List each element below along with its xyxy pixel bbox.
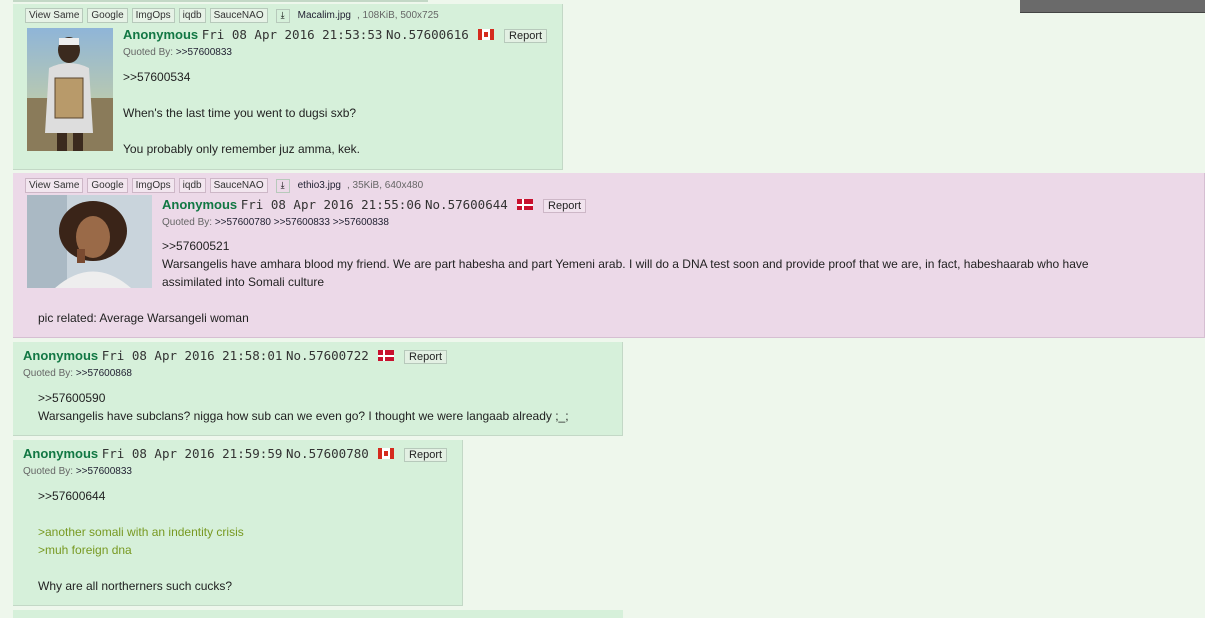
comment-line: Warsangelis have amhara blood my friend.… bbox=[162, 257, 1089, 271]
comment-line: You probably only remember juz amma, kek… bbox=[123, 142, 360, 156]
post-number[interactable]: No.57600722 bbox=[286, 348, 369, 363]
post-datetime: Fri 08 Apr 2016 21:58:01 bbox=[101, 348, 283, 363]
comment-line: Why are all northerners such cucks? bbox=[38, 579, 233, 593]
canada-flag-icon bbox=[378, 448, 395, 459]
scrollbar-overlay[interactable] bbox=[1020, 0, 1205, 13]
quoted-by-links[interactable]: >>57600868 bbox=[76, 368, 132, 379]
canada-flag-icon bbox=[478, 29, 495, 40]
file-name-link[interactable]: ethio3.jpg bbox=[298, 180, 341, 191]
quoted-by: Quoted By: >>57600833 bbox=[123, 47, 232, 58]
quoted-by-label: Quoted By: bbox=[23, 368, 74, 379]
google-button[interactable]: Google bbox=[87, 8, 128, 23]
quote-link[interactable]: >>57600644 bbox=[38, 489, 105, 503]
download-icon[interactable]: ⤓ bbox=[275, 178, 290, 193]
view-same-button[interactable]: View Same bbox=[25, 8, 84, 23]
reply-post-highlighted: View Same Google ImgOps iqdb SauceNAO ⤓ … bbox=[13, 173, 1205, 338]
denmark-flag-icon bbox=[517, 199, 534, 210]
quote-link[interactable]: >>57600521 bbox=[162, 239, 229, 253]
report-button[interactable]: Report bbox=[404, 448, 448, 462]
reply-post: Anonymous Fri 08 Apr 2016 21:58:01 No.57… bbox=[13, 342, 623, 436]
post-datetime: Fri 08 Apr 2016 21:55:06 bbox=[240, 197, 422, 212]
post-header: Anonymous Fri 08 Apr 2016 21:55:06 No.57… bbox=[162, 197, 587, 213]
poster-name: Anonymous bbox=[123, 27, 199, 42]
poster-name: Anonymous bbox=[23, 446, 99, 461]
quoted-by-label: Quoted By: bbox=[123, 47, 174, 58]
post-datetime: Fri 08 Apr 2016 21:59:59 bbox=[101, 446, 283, 461]
previous-post-edge bbox=[13, 0, 428, 2]
post-datetime: Fri 08 Apr 2016 21:53:53 bbox=[201, 27, 383, 42]
quoted-by-links[interactable]: >>57600833 bbox=[76, 466, 132, 477]
comment-line: pic related: Average Warsangeli woman bbox=[38, 311, 249, 325]
post-thumbnail[interactable] bbox=[27, 195, 152, 288]
reply-post: Anonymous Fri 08 Apr 2016 21:59:59 No.57… bbox=[13, 440, 463, 606]
post-header: Anonymous Fri 08 Apr 2016 21:59:59 No.57… bbox=[23, 446, 448, 462]
imgops-button[interactable]: ImgOps bbox=[131, 178, 175, 193]
quoted-by-links[interactable]: >>57600780 >>57600833 >>57600838 bbox=[215, 217, 389, 228]
quoted-by: Quoted By: >>57600780 >>57600833 >>57600… bbox=[162, 217, 389, 228]
greentext-line: >muh foreign dna bbox=[38, 543, 132, 557]
imgops-button[interactable]: ImgOps bbox=[131, 8, 175, 23]
post-thumbnail[interactable] bbox=[27, 28, 113, 151]
iqdb-button[interactable]: iqdb bbox=[178, 178, 206, 193]
post-number[interactable]: No.57600780 bbox=[286, 446, 369, 461]
report-button[interactable]: Report bbox=[543, 199, 587, 213]
post-number[interactable]: No.57600616 bbox=[386, 27, 469, 42]
comment-line: Warsangelis have subclans? nigga how sub… bbox=[38, 409, 569, 423]
poster-name: Anonymous bbox=[162, 197, 238, 212]
download-icon[interactable]: ⤓ bbox=[275, 8, 290, 23]
image-search-toolbar: View Same Google ImgOps iqdb SauceNAO ⤓ … bbox=[25, 178, 423, 193]
file-info: , 108KiB, 500x725 bbox=[356, 10, 439, 21]
quote-link[interactable]: >>57600534 bbox=[123, 70, 190, 84]
saucenao-button[interactable]: SauceNAO bbox=[209, 8, 268, 23]
quoted-by-label: Quoted By: bbox=[23, 466, 74, 477]
comment-line: assimilated into Somali culture bbox=[162, 275, 325, 289]
iqdb-button[interactable]: iqdb bbox=[178, 8, 206, 23]
google-button[interactable]: Google bbox=[87, 178, 128, 193]
greentext-line: >another somali with an indentity crisis bbox=[38, 525, 244, 539]
reply-post: View Same Google ImgOps iqdb SauceNAO ⤓ … bbox=[13, 4, 563, 170]
view-same-button[interactable]: View Same bbox=[25, 178, 84, 193]
report-button[interactable]: Report bbox=[404, 350, 448, 364]
poster-name: Anonymous bbox=[23, 348, 99, 363]
quoted-by: Quoted By: >>57600833 bbox=[23, 466, 132, 477]
quoted-by-label: Quoted By: bbox=[162, 217, 213, 228]
file-name-link[interactable]: Macalim.jpg bbox=[298, 10, 351, 21]
post-header: Anonymous Fri 08 Apr 2016 21:58:01 No.57… bbox=[23, 348, 448, 364]
quoted-by: Quoted By: >>57600868 bbox=[23, 368, 132, 379]
post-number[interactable]: No.57600644 bbox=[425, 197, 508, 212]
quoted-by-links[interactable]: >>57600833 bbox=[176, 47, 232, 58]
quote-link[interactable]: >>57600590 bbox=[38, 391, 105, 405]
report-button[interactable]: Report bbox=[504, 29, 548, 43]
file-info: , 35KiB, 640x480 bbox=[346, 180, 424, 191]
next-post-edge bbox=[13, 610, 623, 618]
image-search-toolbar: View Same Google ImgOps iqdb SauceNAO ⤓ … bbox=[25, 8, 439, 23]
post-header: Anonymous Fri 08 Apr 2016 21:53:53 No.57… bbox=[123, 27, 548, 43]
comment-line: When's the last time you went to dugsi s… bbox=[123, 106, 357, 120]
saucenao-button[interactable]: SauceNAO bbox=[209, 178, 268, 193]
denmark-flag-icon bbox=[378, 350, 395, 361]
